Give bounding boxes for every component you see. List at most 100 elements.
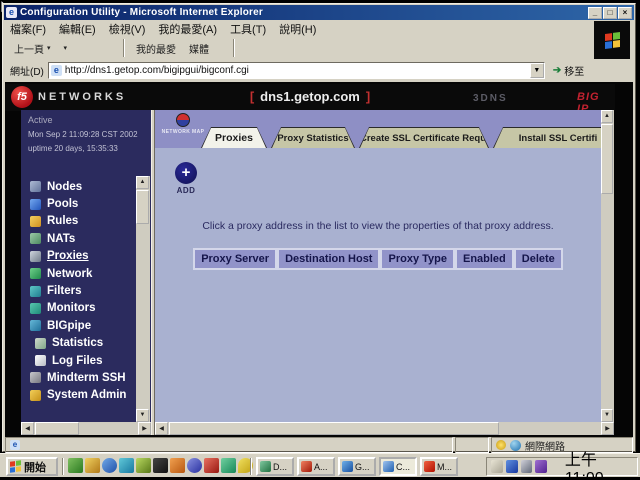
menu-favorites[interactable]: 我的最愛(A) xyxy=(158,21,217,37)
scrollbar-thumb[interactable] xyxy=(136,190,149,224)
scroll-right-icon[interactable]: ▶ xyxy=(601,422,614,435)
tray-icon-display[interactable] xyxy=(521,460,533,473)
sidebar-item-nats[interactable]: NATs xyxy=(21,230,139,247)
main-vertical-scrollbar[interactable]: ▲ ▼ xyxy=(601,110,614,422)
sidebar-item-monitors[interactable]: Monitors xyxy=(21,300,139,317)
sidebar-item-log-files[interactable]: Log Files xyxy=(21,352,139,369)
sidebar-item-network[interactable]: Network xyxy=(21,265,139,282)
menu-file[interactable]: 檔案(F) xyxy=(10,21,46,37)
windows-start-icon xyxy=(10,460,21,473)
sidebar-item-bigpipe[interactable]: BIGpipe xyxy=(21,317,139,334)
taskbar-window-3[interactable]: G... xyxy=(338,457,376,476)
go-button[interactable]: ➔ 移至 xyxy=(549,61,588,80)
system-datetime: Mon Sep 2 11:09:28 CST 2002 xyxy=(28,130,138,139)
start-button[interactable]: 開始 xyxy=(6,457,58,476)
speaker-icon[interactable] xyxy=(491,460,503,473)
sidebar-item-system-admin[interactable]: System Admin xyxy=(21,387,139,404)
back-dropdown-icon[interactable]: ▾ xyxy=(47,44,51,52)
address-bar: 網址(D) e http://dns1.getop.com/bigipgui/b… xyxy=(5,60,633,81)
column-header-delete[interactable]: Delete xyxy=(514,248,563,270)
scrollbar-thumb[interactable] xyxy=(169,422,499,435)
stop-icon[interactable] xyxy=(73,41,87,55)
tab-create-ssl-certificate-request[interactable]: Create SSL Certificate Request xyxy=(359,127,489,148)
add-button[interactable]: + xyxy=(175,162,197,184)
sidebar-item-filters[interactable]: Filters xyxy=(21,282,139,299)
quick-launch-icon-2[interactable] xyxy=(85,458,100,473)
maximize-button[interactable]: □ xyxy=(603,7,617,19)
back-button[interactable]: 上一頁 ▾ xyxy=(7,38,55,58)
taskbar-window-5[interactable]: M... xyxy=(420,457,458,476)
scroll-left-icon[interactable]: ◀ xyxy=(21,422,34,435)
taskbar-window-label: G... xyxy=(355,462,370,472)
sidebar-item-mindterm-ssh[interactable]: Mindterm SSH xyxy=(21,369,139,386)
tray-icon-app2[interactable] xyxy=(550,460,562,473)
refresh-icon[interactable] xyxy=(89,41,103,55)
mail-button[interactable] xyxy=(239,38,247,58)
address-input[interactable]: e http://dns1.getop.com/bigipgui/bigconf… xyxy=(48,62,545,79)
address-dropdown-icon[interactable]: ▼ xyxy=(530,63,544,78)
scrollbar-thumb[interactable] xyxy=(601,124,613,194)
quick-launch-icon-10[interactable] xyxy=(221,458,236,473)
favorites-button[interactable]: 我的最愛 xyxy=(129,38,180,58)
sidebar-item-proxies[interactable]: Proxies xyxy=(21,248,139,265)
taskbar-separator xyxy=(250,458,252,475)
home-icon[interactable] xyxy=(105,41,119,55)
scroll-down-icon[interactable]: ▼ xyxy=(136,409,149,422)
media-button[interactable]: 媒體 xyxy=(182,38,213,58)
quick-launch-icon-1[interactable] xyxy=(68,458,83,473)
quick-launch-icon-3[interactable] xyxy=(102,458,117,473)
close-button[interactable]: × xyxy=(618,7,632,19)
taskbar-window-2[interactable]: A... xyxy=(297,457,335,476)
sidebar-item-statistics[interactable]: Statistics xyxy=(21,335,139,352)
quick-launch-icon-7[interactable] xyxy=(170,458,185,473)
main-horizontal-scrollbar[interactable]: ◀ ▶ xyxy=(155,422,614,435)
menu-view[interactable]: 檢視(V) xyxy=(109,21,146,37)
quick-launch-icon-5[interactable] xyxy=(136,458,151,473)
scroll-right-icon[interactable]: ▶ xyxy=(138,422,151,435)
forward-button[interactable]: ▾ xyxy=(57,38,72,58)
scrollbar-thumb[interactable] xyxy=(35,422,79,435)
sidebar-item-rules[interactable]: Rules xyxy=(21,213,139,230)
tray-icon-app1[interactable] xyxy=(535,460,547,473)
sidebar-horizontal-scrollbar[interactable]: ◀ ▶ xyxy=(21,422,151,435)
column-header-enabled[interactable]: Enabled xyxy=(455,248,514,270)
column-header-proxy-type[interactable]: Proxy Type xyxy=(380,248,455,270)
tab-install-ssl-certificate[interactable]: Install SSL Certifi xyxy=(493,127,601,148)
favorites-label: 我的最愛 xyxy=(136,41,176,56)
sidebar-vertical-scrollbar[interactable]: ▲ ▼ xyxy=(136,176,150,422)
quick-launch-icon-6[interactable] xyxy=(153,458,168,473)
network-map-label: NETWORK MAP xyxy=(161,129,205,135)
quick-launch-icon-4[interactable] xyxy=(119,458,134,473)
sidebar-item-nodes[interactable]: Nodes xyxy=(21,178,139,195)
app-icon xyxy=(383,461,394,472)
minimize-button[interactable]: _ xyxy=(588,7,602,19)
bracket-left: [ xyxy=(250,89,254,104)
history-icon[interactable] xyxy=(215,41,229,55)
scroll-up-icon[interactable]: ▲ xyxy=(601,110,613,123)
forward-dropdown-icon[interactable]: ▾ xyxy=(64,44,68,52)
sidebar-item-pools[interactable]: Pools xyxy=(21,195,139,212)
tray-icon-messenger[interactable] xyxy=(506,460,518,473)
column-header-destination-host[interactable]: Destination Host xyxy=(277,248,380,270)
menu-help[interactable]: 說明(H) xyxy=(279,21,316,37)
app-icon xyxy=(342,461,353,472)
scroll-left-icon[interactable]: ◀ xyxy=(155,422,168,435)
go-label: 移至 xyxy=(564,63,584,78)
scroll-up-icon[interactable]: ▲ xyxy=(136,176,149,189)
tab-proxy-statistics[interactable]: Proxy Statistics xyxy=(271,127,355,148)
quick-launch-icon-8[interactable] xyxy=(187,458,202,473)
taskbar-window-1[interactable]: D... xyxy=(256,457,294,476)
taskbar-window-4-active[interactable]: C... xyxy=(379,457,417,476)
print-button[interactable] xyxy=(249,38,257,58)
taskbar: 開始 D... A... G... C... M... xyxy=(0,453,640,477)
menu-edit[interactable]: 編輯(E) xyxy=(59,21,96,37)
status-bar: e 網際網路 xyxy=(5,437,633,453)
column-header-proxy-server[interactable]: Proxy Server xyxy=(193,248,277,270)
network-map-button[interactable]: NETWORK MAP xyxy=(161,113,205,135)
quick-launch-bar xyxy=(68,458,253,473)
quick-launch-icon-9[interactable] xyxy=(204,458,219,473)
tab-proxies[interactable]: Proxies xyxy=(201,127,267,148)
menu-tools[interactable]: 工具(T) xyxy=(230,21,266,37)
title-bar: e Configuration Utility - Microsoft Inte… xyxy=(4,5,634,20)
scroll-down-icon[interactable]: ▼ xyxy=(601,409,613,422)
